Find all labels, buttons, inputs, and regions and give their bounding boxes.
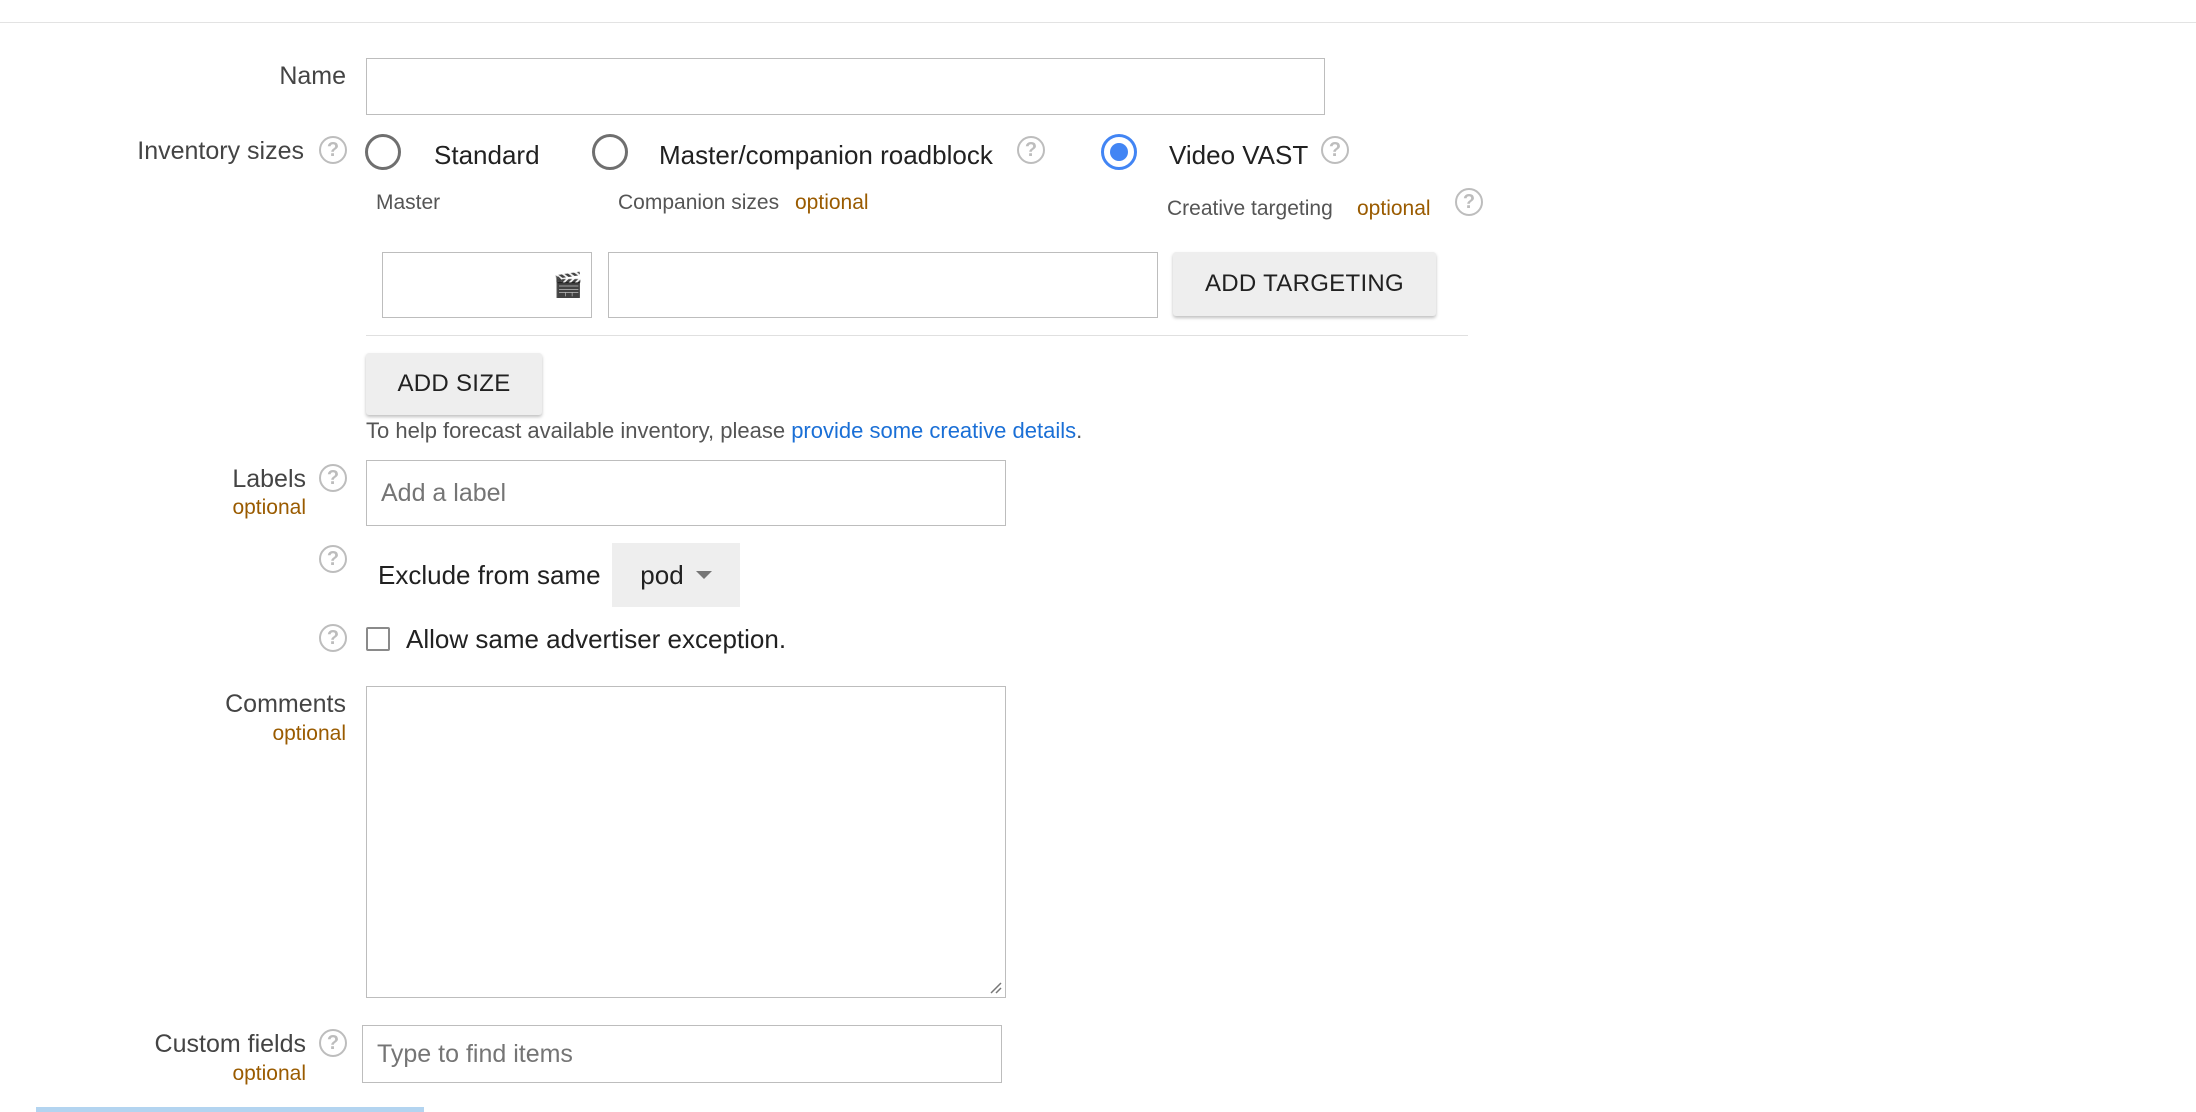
radio-master-companion-label[interactable]: Master/companion roadblock <box>659 140 993 171</box>
resize-handle-icon[interactable] <box>988 980 1002 994</box>
labels-optional-label: optional <box>232 496 306 519</box>
inventory-sizes-help-icon[interactable]: ? <box>319 136 347 164</box>
allow-exception-checkbox[interactable] <box>366 627 390 651</box>
companion-sizes-input[interactable] <box>608 252 1158 318</box>
creative-targeting-help-icon[interactable]: ? <box>1455 188 1483 216</box>
custom-fields-input[interactable] <box>362 1025 1002 1083</box>
chevron-down-icon <box>695 571 712 579</box>
creative-details-link[interactable]: provide some creative details <box>791 418 1076 443</box>
custom-fields-label: Custom fields <box>154 1030 306 1058</box>
video-vast-help-icon[interactable]: ? <box>1321 136 1349 164</box>
bottom-partial-element <box>36 1107 424 1112</box>
top-divider <box>0 22 2196 23</box>
radio-video-vast-label[interactable]: Video VAST <box>1169 140 1308 171</box>
exclude-select[interactable]: pod <box>612 543 740 607</box>
custom-fields-optional-label: optional <box>232 1062 306 1085</box>
exclude-select-value: pod <box>640 559 684 590</box>
radio-selected-dot <box>1110 143 1128 161</box>
radio-standard-label[interactable]: Standard <box>434 140 540 171</box>
master-size-input[interactable]: 🎬 <box>382 252 592 318</box>
custom-fields-help-icon[interactable]: ? <box>319 1029 347 1057</box>
comments-optional-label: optional <box>272 722 346 745</box>
name-label: Name <box>279 62 346 90</box>
video-clapper-icon: 🎬 <box>553 272 583 299</box>
radio-video-vast[interactable] <box>1101 134 1137 170</box>
labels-help-icon[interactable]: ? <box>319 464 347 492</box>
forecast-suffix: . <box>1076 418 1083 443</box>
creative-targeting-label: Creative targeting <box>1167 197 1333 220</box>
companion-sizes-label: Companion sizes <box>618 191 780 214</box>
allow-exception-help-icon[interactable]: ? <box>319 624 347 652</box>
creative-targeting-optional-label: optional <box>1357 197 1431 220</box>
add-targeting-button[interactable]: ADD TARGETING <box>1173 252 1436 316</box>
radio-standard[interactable] <box>365 134 401 170</box>
forecast-prefix: To help forecast available inventory, pl… <box>366 418 792 443</box>
labels-label: Labels <box>232 465 306 493</box>
forecast-text: To help forecast available inventory, pl… <box>366 418 1082 444</box>
exclude-help-icon[interactable]: ? <box>319 545 347 573</box>
inventory-sizes-label: Inventory sizes <box>137 137 304 165</box>
companion-optional-label: optional <box>795 191 869 214</box>
roadblock-help-icon[interactable]: ? <box>1017 136 1045 164</box>
name-input[interactable] <box>366 58 1325 115</box>
allow-exception-label[interactable]: Allow same advertiser exception. <box>406 624 786 655</box>
comments-label: Comments <box>225 690 346 718</box>
labels-input[interactable] <box>366 460 1006 526</box>
exclude-label: Exclude from same <box>378 560 601 590</box>
radio-master-companion[interactable] <box>592 134 628 170</box>
comments-textarea[interactable] <box>366 686 1006 998</box>
size-divider <box>366 335 1468 336</box>
add-size-button[interactable]: ADD SIZE <box>366 353 542 415</box>
master-label: Master <box>376 191 441 214</box>
